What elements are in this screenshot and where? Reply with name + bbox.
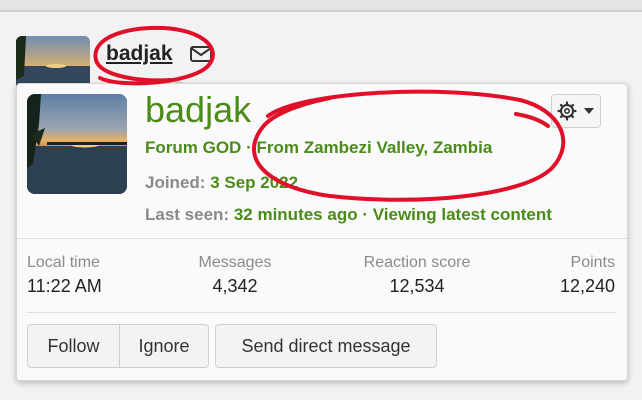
- top-bar: [0, 0, 642, 10]
- sunset-avatar-image: [27, 94, 127, 194]
- send-direct-message-button[interactable]: Send direct message: [215, 324, 437, 368]
- stat-reaction-score[interactable]: Reaction score 12,534: [347, 254, 487, 297]
- member-avatar[interactable]: [27, 94, 127, 194]
- stat-points[interactable]: Points 12,240: [537, 254, 615, 297]
- stat-value: 4,342: [212, 276, 258, 296]
- member-activity[interactable]: Viewing latest content: [373, 205, 552, 224]
- member-title: Forum GOD: [145, 138, 242, 157]
- envelope-icon[interactable]: [190, 46, 212, 62]
- member-location[interactable]: From Zambezi Valley, Zambia: [256, 138, 492, 157]
- lastseen-time: 32 minutes ago: [233, 205, 358, 224]
- follow-button[interactable]: Follow: [27, 324, 120, 368]
- stat-label: Reaction score: [363, 254, 471, 271]
- joined-label: Joined:: [145, 173, 206, 192]
- member-lastseen-line: Last seen: 32 minutes ago · Viewing late…: [145, 205, 552, 225]
- stat-value: 12,534: [389, 276, 445, 296]
- stat-messages[interactable]: Messages 4,342: [185, 254, 285, 297]
- stat-label: Local time: [27, 254, 100, 271]
- member-tooltip-card: badjak Forum GOD · From Zambezi Valley, …: [16, 83, 628, 381]
- separator: ·: [362, 205, 368, 224]
- member-joined-line: Joined: 3 Sep 2022: [145, 173, 298, 193]
- stat-label: Messages: [198, 254, 272, 271]
- separator: ·: [246, 138, 252, 157]
- divider: [27, 312, 617, 313]
- stat-local-time: Local time 11:22 AM: [27, 254, 102, 297]
- chevron-down-icon: [584, 108, 594, 114]
- divider: [17, 238, 627, 239]
- lastseen-label: Last seen:: [145, 205, 230, 224]
- stat-label: Points: [570, 254, 615, 271]
- joined-date: 3 Sep 2022: [210, 173, 299, 192]
- member-name[interactable]: badjak: [145, 89, 251, 131]
- stat-value: 11:22 AM: [27, 276, 102, 296]
- gear-icon: [557, 101, 577, 121]
- ignore-button[interactable]: Ignore: [119, 324, 209, 368]
- stat-value: 12,240: [559, 276, 615, 296]
- member-title-line: Forum GOD · From Zambezi Valley, Zambia: [145, 138, 492, 158]
- member-actions-menu-button[interactable]: [551, 94, 601, 128]
- post-username-link[interactable]: badjak: [106, 42, 173, 66]
